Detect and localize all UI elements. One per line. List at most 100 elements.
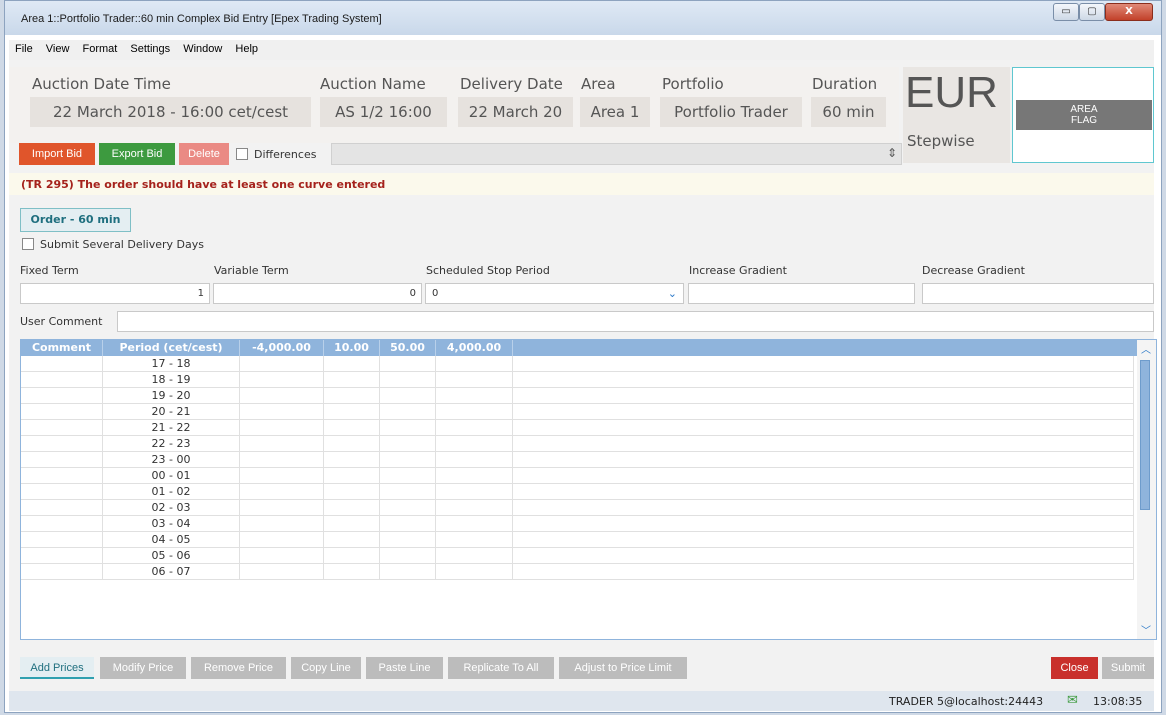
period-cell[interactable]: 19 - 20: [103, 388, 240, 404]
table-row[interactable]: 18 - 19: [21, 372, 1134, 388]
price-cell[interactable]: [436, 452, 513, 468]
period-cell[interactable]: 05 - 06: [103, 548, 240, 564]
table-row[interactable]: 05 - 06: [21, 548, 1134, 564]
price-cell[interactable]: [513, 516, 1134, 532]
menu-window[interactable]: Window: [183, 43, 222, 55]
mail-icon[interactable]: ✉: [1067, 693, 1078, 708]
price-cell[interactable]: [380, 436, 436, 452]
price-cell[interactable]: [513, 548, 1134, 564]
replicate-all-button[interactable]: Replicate To All: [448, 657, 554, 679]
comment-cell[interactable]: [21, 484, 103, 500]
comment-cell[interactable]: [21, 564, 103, 580]
period-cell[interactable]: 22 - 23: [103, 436, 240, 452]
close-button[interactable]: Close: [1051, 657, 1098, 679]
price-cell[interactable]: [324, 420, 380, 436]
period-cell[interactable]: 00 - 01: [103, 468, 240, 484]
differences-checkbox[interactable]: [236, 148, 248, 160]
price-cell[interactable]: [240, 484, 324, 500]
price-cell[interactable]: [324, 404, 380, 420]
price-cell[interactable]: [513, 500, 1134, 516]
price-cell[interactable]: [436, 356, 513, 372]
price-cell[interactable]: [324, 388, 380, 404]
price-cell[interactable]: [380, 420, 436, 436]
table-row[interactable]: 17 - 18: [21, 356, 1134, 372]
comment-cell[interactable]: [21, 404, 103, 420]
price-cell[interactable]: [324, 484, 380, 500]
modify-price-button[interactable]: Modify Price: [100, 657, 186, 679]
export-bid-button[interactable]: Export Bid: [99, 143, 175, 165]
vertical-scrollbar[interactable]: ︿ ﹀: [1137, 340, 1156, 639]
table-row[interactable]: 02 - 03: [21, 500, 1134, 516]
price-cell[interactable]: [380, 468, 436, 484]
price-cell[interactable]: [513, 484, 1134, 500]
paste-line-button[interactable]: Paste Line: [366, 657, 443, 679]
comment-cell[interactable]: [21, 420, 103, 436]
period-cell[interactable]: 04 - 05: [103, 532, 240, 548]
table-row[interactable]: 04 - 05: [21, 532, 1134, 548]
add-prices-button[interactable]: Add Prices: [20, 657, 94, 679]
period-cell[interactable]: 18 - 19: [103, 372, 240, 388]
menu-settings[interactable]: Settings: [130, 43, 170, 55]
period-cell[interactable]: 20 - 21: [103, 404, 240, 420]
price-cell[interactable]: [436, 564, 513, 580]
close-window-button[interactable]: X: [1105, 3, 1153, 21]
price-cell[interactable]: [436, 420, 513, 436]
menu-format[interactable]: Format: [83, 43, 118, 55]
user-comment-input[interactable]: [117, 311, 1154, 332]
order-60min-button[interactable]: Order - 60 min: [20, 208, 131, 232]
remove-price-button[interactable]: Remove Price: [191, 657, 286, 679]
menu-help[interactable]: Help: [235, 43, 258, 55]
scroll-up-icon[interactable]: ︿: [1141, 341, 1151, 356]
stop-period-select[interactable]: 0 ⌄: [425, 283, 684, 304]
price-cell[interactable]: [513, 372, 1134, 388]
price-cell[interactable]: [240, 356, 324, 372]
price-cell[interactable]: [324, 516, 380, 532]
price-cell[interactable]: [513, 468, 1134, 484]
price-cell[interactable]: [240, 404, 324, 420]
col-comment[interactable]: Comment: [21, 340, 103, 356]
price-cell[interactable]: [324, 468, 380, 484]
price-cell[interactable]: [240, 548, 324, 564]
price-cell[interactable]: [324, 564, 380, 580]
period-cell[interactable]: 23 - 00: [103, 452, 240, 468]
price-cell[interactable]: [436, 548, 513, 564]
import-bid-button[interactable]: Import Bid: [19, 143, 95, 165]
price-cell[interactable]: [240, 436, 324, 452]
variable-term-input[interactable]: 0: [213, 283, 422, 304]
period-cell[interactable]: 21 - 22: [103, 420, 240, 436]
scroll-down-icon[interactable]: ﹀: [1141, 622, 1151, 637]
differences-select[interactable]: ⇕: [331, 143, 902, 165]
adjust-price-limit-button[interactable]: Adjust to Price Limit: [559, 657, 687, 679]
price-cell[interactable]: [513, 532, 1134, 548]
price-cell[interactable]: [380, 404, 436, 420]
period-cell[interactable]: 02 - 03: [103, 500, 240, 516]
table-row[interactable]: 19 - 20: [21, 388, 1134, 404]
price-cell[interactable]: [324, 452, 380, 468]
price-cell[interactable]: [436, 468, 513, 484]
price-cell[interactable]: [436, 388, 513, 404]
price-cell[interactable]: [380, 452, 436, 468]
menu-file[interactable]: File: [15, 43, 33, 55]
price-cell[interactable]: [324, 532, 380, 548]
price-cell[interactable]: [324, 500, 380, 516]
fixed-term-input[interactable]: 1: [20, 283, 210, 304]
price-cell[interactable]: [240, 372, 324, 388]
comment-cell[interactable]: [21, 452, 103, 468]
delete-button[interactable]: Delete: [179, 143, 229, 165]
comment-cell[interactable]: [21, 532, 103, 548]
period-cell[interactable]: 06 - 07: [103, 564, 240, 580]
price-cell[interactable]: [380, 532, 436, 548]
table-row[interactable]: 23 - 00: [21, 452, 1134, 468]
price-cell[interactable]: [436, 484, 513, 500]
price-cell[interactable]: [380, 388, 436, 404]
price-cell[interactable]: [240, 452, 324, 468]
col-price-4[interactable]: 4,000.00: [436, 340, 513, 356]
minimize-button[interactable]: ▭: [1053, 3, 1079, 21]
price-cell[interactable]: [513, 420, 1134, 436]
price-cell[interactable]: [324, 356, 380, 372]
period-cell[interactable]: 17 - 18: [103, 356, 240, 372]
price-cell[interactable]: [240, 468, 324, 484]
price-cell[interactable]: [513, 388, 1134, 404]
table-row[interactable]: 21 - 22: [21, 420, 1134, 436]
maximize-button[interactable]: ▢: [1079, 3, 1105, 21]
